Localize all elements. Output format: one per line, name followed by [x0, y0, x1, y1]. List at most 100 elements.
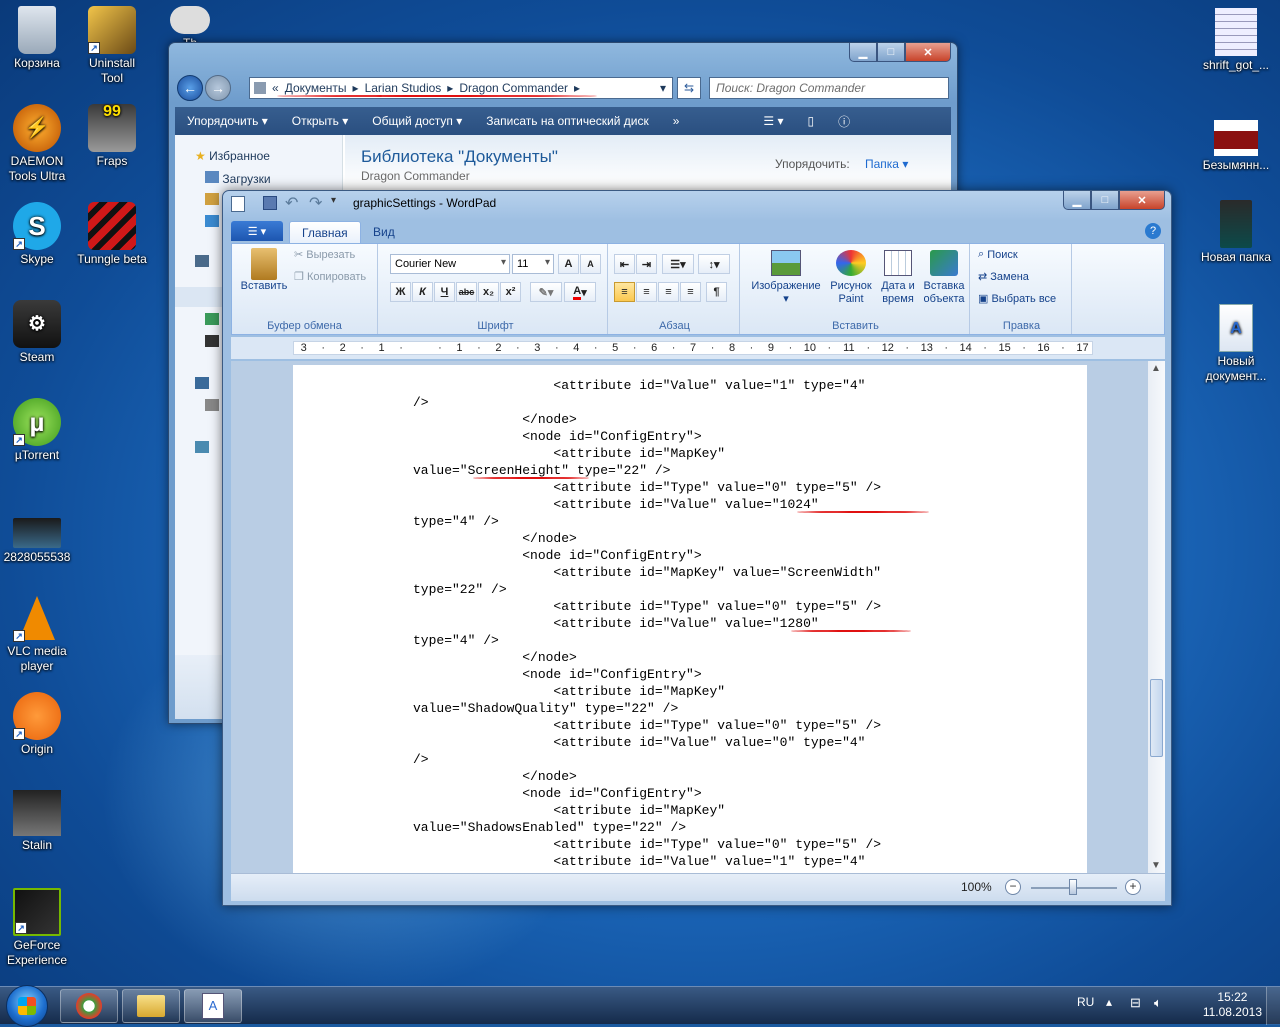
view-options-icon[interactable]: ☰ ▾	[751, 114, 795, 128]
forward-button[interactable]: →	[205, 75, 231, 101]
highlight-button[interactable]: ✎▾	[530, 282, 562, 302]
shrink-font-button[interactable]: A	[580, 254, 601, 274]
close-button[interactable]: ✕	[1119, 191, 1165, 210]
quick-save-icon[interactable]	[263, 196, 277, 210]
shrift-icon[interactable]: shrift_got_...	[1196, 8, 1276, 73]
wordpad-app-icon[interactable]	[231, 196, 245, 212]
close-button[interactable]: ✕	[905, 43, 951, 62]
recycle-bin-icon[interactable]: Корзина	[0, 6, 77, 71]
breadcrumb-dragon[interactable]: Dragon Commander	[459, 81, 568, 95]
select-all-button[interactable]: ▣ Выбрать все	[978, 292, 1056, 306]
insert-image-button[interactable]: Изображение ▾	[746, 250, 826, 305]
insert-paint-button[interactable]: Рисунок Paint	[828, 250, 874, 306]
maximize-button[interactable]: □	[877, 43, 905, 62]
nav-item[interactable]	[205, 399, 219, 411]
paste-button[interactable]: Вставить	[238, 248, 290, 304]
strikethrough-button[interactable]: abc	[456, 282, 477, 302]
tab-view[interactable]: Вид	[361, 221, 407, 243]
new-folder-icon[interactable]: Новая папка	[1196, 200, 1276, 265]
ruler[interactable]: 3 · 2 · 1 · · 1 · 2 · 3 · 4 · 5 · 6 · 7 · 8 · 9 · 10 · 11 · 12 · 13 · 14 ·…	[231, 337, 1165, 359]
breadcrumb-overflow[interactable]: «	[272, 81, 279, 95]
show-desktop-button[interactable]	[1266, 987, 1280, 1025]
clock[interactable]: 15:22 11.08.2013	[1203, 990, 1262, 1020]
vlc-icon[interactable]: ↗ VLC media player	[0, 594, 77, 674]
file-menu-button[interactable]: ☰ ▾	[231, 221, 283, 241]
bold-button[interactable]: Ж	[390, 282, 411, 302]
more-button[interactable]: »	[661, 114, 692, 128]
back-button[interactable]: ←	[177, 75, 203, 101]
italic-button[interactable]: К	[412, 282, 433, 302]
scroll-up-icon[interactable]: ▲	[1151, 363, 1161, 374]
vertical-scrollbar[interactable]: ▲ ▼	[1148, 361, 1165, 873]
scroll-down-icon[interactable]: ▼	[1151, 860, 1161, 871]
grow-font-button[interactable]: A	[558, 254, 579, 274]
align-right-button[interactable]: ≡	[658, 282, 679, 302]
stalin-icon[interactable]: Stalin	[0, 790, 77, 853]
nav-item[interactable]	[205, 215, 219, 227]
share-button[interactable]: Общий доступ ▾	[360, 114, 474, 128]
undo-icon[interactable]: ↶	[285, 193, 298, 213]
underline-button[interactable]: Ч	[434, 282, 455, 302]
align-left-button[interactable]: ≡	[614, 282, 635, 302]
nav-item[interactable]	[205, 335, 219, 347]
zoom-level[interactable]: 100%	[961, 880, 992, 894]
font-size-select[interactable]: 11	[512, 254, 554, 274]
subscript-button[interactable]: x₂	[478, 282, 499, 302]
start-button[interactable]	[6, 985, 48, 1027]
language-indicator[interactable]: RU	[1077, 995, 1094, 1009]
utorrent-icon[interactable]: µ ↗ µTorrent	[0, 398, 77, 463]
nav-item-libraries[interactable]	[195, 255, 209, 267]
document-page[interactable]: <attribute id="Value" value="1" type="4"…	[293, 365, 1087, 873]
line-spacing-button[interactable]: ↕▾	[698, 254, 730, 274]
open-button[interactable]: Открыть ▾	[280, 114, 360, 128]
skype-icon[interactable]: S ↗ Skype	[0, 202, 77, 267]
redo-icon[interactable]: ↷	[309, 193, 322, 213]
fraps-icon[interactable]: 99 Fraps	[72, 104, 152, 169]
preview-pane-icon[interactable]: ▯	[796, 114, 827, 128]
arrange-dropdown[interactable]: Папка ▾	[865, 157, 908, 171]
new-document-icon[interactable]: A Новый документ...	[1196, 304, 1276, 384]
refresh-button[interactable]: ⇆	[677, 77, 701, 99]
tab-home[interactable]: Главная	[289, 221, 361, 243]
ruler-bar[interactable]: 3 · 2 · 1 · · 1 · 2 · 3 · 4 · 5 · 6 · 7 · 8 · 9 · 10 · 11 · 12 · 13 · 14 ·…	[293, 341, 1093, 355]
font-color-button[interactable]: A ▾	[564, 282, 596, 302]
tray-expand-icon[interactable]: ▴	[1106, 995, 1112, 1009]
scroll-thumb[interactable]	[1150, 679, 1163, 757]
copy-button[interactable]: ❐ Копировать	[294, 270, 366, 284]
help-icon[interactable]: ?	[1145, 223, 1161, 239]
minimize-button[interactable]: ▁	[849, 43, 877, 62]
nav-item-network[interactable]	[195, 441, 209, 453]
superscript-button[interactable]: x²	[500, 282, 521, 302]
nav-item-computer[interactable]	[195, 377, 209, 389]
align-center-button[interactable]: ≡	[636, 282, 657, 302]
zoom-in-button[interactable]: +	[1125, 879, 1141, 895]
nav-downloads[interactable]: Загрузки	[205, 171, 271, 186]
font-family-select[interactable]: Courier New	[390, 254, 510, 274]
tunngle-icon[interactable]: Tunngle beta	[72, 202, 152, 267]
maximize-button[interactable]: □	[1091, 191, 1119, 210]
organize-button[interactable]: Упорядочить ▾	[175, 114, 280, 128]
taskbar-explorer-button[interactable]	[122, 989, 180, 1023]
insert-object-button[interactable]: Вставка объекта	[920, 250, 968, 306]
nav-item[interactable]	[205, 193, 219, 205]
help-icon[interactable]: ⓘ	[826, 113, 862, 130]
dropdown-icon[interactable]: ▾	[660, 81, 666, 95]
find-button[interactable]: ⌕ Поиск	[978, 248, 1018, 261]
increase-indent-button[interactable]: ⇥	[636, 254, 657, 274]
insert-datetime-button[interactable]: Дата и время	[876, 250, 920, 306]
volume-icon[interactable]: 🔈︎	[1154, 995, 1162, 1011]
qat-dropdown-icon[interactable]: ▾	[331, 195, 336, 206]
paragraph-dialog-button[interactable]: ¶	[706, 282, 727, 302]
geforce-icon[interactable]: ↗ GeForce Experience	[0, 888, 77, 968]
bezymyann-icon[interactable]: Безымянн...	[1196, 112, 1276, 173]
origin-icon[interactable]: ↗ Origin	[0, 692, 77, 757]
taskbar-wordpad-button[interactable]: A	[184, 989, 242, 1023]
steam-icon[interactable]: ⚙ Steam	[0, 300, 77, 365]
minimize-button[interactable]: ▁	[1063, 191, 1091, 210]
file-2828055538-icon[interactable]: 2828055538	[0, 510, 77, 565]
zoom-out-button[interactable]: −	[1005, 879, 1021, 895]
breadcrumb-larian[interactable]: Larian Studios	[365, 81, 442, 95]
search-input[interactable]: Поиск: Dragon Commander	[709, 77, 949, 99]
cut-button[interactable]: ✂ Вырезать	[294, 248, 355, 262]
taskbar-browser-button[interactable]	[60, 989, 118, 1023]
